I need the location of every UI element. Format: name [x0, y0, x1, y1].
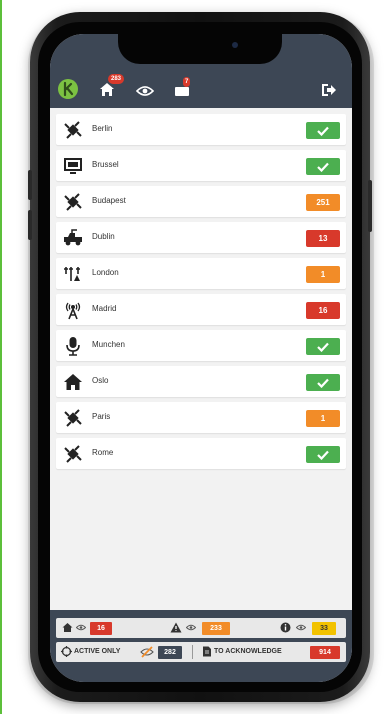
- eye-icon: [186, 624, 196, 631]
- brand-logo-icon[interactable]: [58, 79, 78, 99]
- status-ok-badge[interactable]: [306, 338, 340, 355]
- site-name: Berlin: [92, 124, 113, 133]
- status-warning-badge[interactable]: 1: [306, 410, 340, 427]
- site-row-brussel[interactable]: Brussel: [56, 150, 346, 181]
- eye-icon: [296, 624, 306, 631]
- site-name: London: [92, 268, 119, 277]
- site-row-rome[interactable]: Rome: [56, 438, 346, 469]
- status-critical-badge[interactable]: 16: [306, 302, 340, 319]
- logout-button[interactable]: [320, 82, 338, 103]
- site-name: Dublin: [92, 232, 115, 241]
- messages-badge: 7: [183, 77, 191, 87]
- check-icon: [317, 378, 329, 388]
- site-row-oslo[interactable]: Oslo: [56, 366, 346, 397]
- document-icon: [203, 646, 211, 657]
- monitor-icon: [64, 158, 82, 174]
- status-ok-badge[interactable]: [306, 158, 340, 175]
- satellite-icon: [64, 409, 82, 427]
- severity-summary-bar: 16 233 33: [56, 618, 346, 638]
- site-row-paris[interactable]: Paris 1: [56, 402, 346, 433]
- alarms-badge: 283: [108, 74, 125, 84]
- site-row-budapest[interactable]: Budapest 251: [56, 186, 346, 217]
- summary-footer: 16 233 33 ACTIVE ONLY 282 TO ACKNOWLEDGE…: [50, 610, 352, 682]
- home-icon: [62, 623, 73, 632]
- phone-notch: [118, 28, 282, 64]
- alarms-home-button[interactable]: 283: [98, 74, 125, 103]
- check-icon: [317, 126, 329, 136]
- microphone-icon: [66, 337, 80, 356]
- check-icon: [317, 162, 329, 172]
- app-screen: 283 7 Berlin Brussel Budapest 251 Dublin…: [50, 34, 352, 682]
- site-name: Oslo: [92, 376, 109, 385]
- vehicle-icon: [64, 229, 82, 246]
- status-ok-badge[interactable]: [306, 374, 340, 391]
- page-edge-accent: [0, 0, 2, 714]
- status-ok-badge[interactable]: [306, 446, 340, 463]
- site-name: Munchen: [92, 340, 125, 349]
- phone-volume-down-button: [28, 210, 32, 240]
- broadcast-icon: [65, 302, 81, 320]
- satellite-icon: [64, 445, 82, 463]
- satellite-icon: [64, 193, 82, 211]
- status-critical-badge[interactable]: 13: [306, 230, 340, 247]
- info-icon: [280, 622, 291, 633]
- antenna-tower-icon: [64, 267, 80, 281]
- site-name: Rome: [92, 448, 114, 457]
- eye-icon: [135, 86, 155, 96]
- target-icon: [61, 646, 72, 657]
- site-name: Madrid: [92, 304, 117, 313]
- site-row-madrid[interactable]: Madrid 16: [56, 294, 346, 325]
- logout-icon: [322, 84, 336, 96]
- divider: [192, 645, 193, 659]
- critical-count-badge[interactable]: 16: [90, 622, 112, 635]
- active-only-toggle[interactable]: ACTIVE ONLY: [74, 648, 120, 655]
- site-row-munchen[interactable]: Munchen: [56, 330, 346, 361]
- check-icon: [317, 450, 329, 460]
- site-row-dublin[interactable]: Dublin 13: [56, 222, 346, 253]
- to-acknowledge-label[interactable]: TO ACKNOWLEDGE: [214, 648, 282, 655]
- eye-slash-icon[interactable]: [140, 645, 154, 659]
- info-count-badge[interactable]: 33: [312, 622, 336, 635]
- site-name: Brussel: [92, 160, 119, 169]
- filter-bar: ACTIVE ONLY 282 TO ACKNOWLEDGE 914: [56, 642, 346, 662]
- satellite-icon: [64, 121, 82, 139]
- phone-volume-up-button: [28, 170, 32, 200]
- status-warning-badge[interactable]: 251: [306, 194, 340, 211]
- warning-count-badge[interactable]: 233: [202, 622, 230, 635]
- active-count-badge[interactable]: 282: [158, 646, 182, 659]
- watch-button[interactable]: [135, 84, 155, 102]
- check-icon: [317, 342, 329, 352]
- acknowledge-count-badge[interactable]: 914: [310, 646, 340, 659]
- site-name: Paris: [92, 412, 111, 421]
- warning-icon: [170, 622, 182, 633]
- home-icon: [64, 374, 82, 390]
- site-name: Budapest: [92, 196, 126, 205]
- site-row-london[interactable]: London 1: [56, 258, 346, 289]
- phone-power-button: [368, 180, 372, 232]
- status-warning-badge[interactable]: 1: [306, 266, 340, 283]
- camera-icon: [232, 42, 238, 48]
- messages-button[interactable]: 7: [174, 77, 191, 102]
- site-row-berlin[interactable]: Berlin: [56, 114, 346, 145]
- eye-icon: [76, 624, 86, 631]
- status-ok-badge[interactable]: [306, 122, 340, 139]
